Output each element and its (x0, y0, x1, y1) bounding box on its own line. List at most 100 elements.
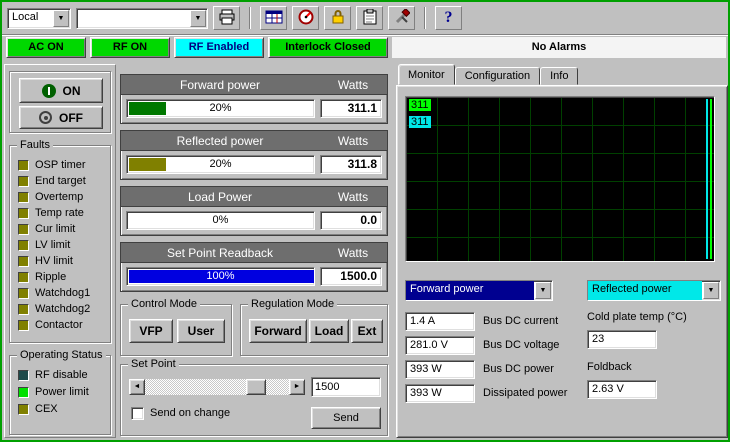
preset-combo[interactable]: ▼ (76, 8, 208, 29)
slider-thumb[interactable] (246, 379, 266, 395)
forward-regulation-button[interactable]: Forward (249, 319, 307, 343)
gauge-value: 0.0 (320, 211, 382, 230)
meter-button[interactable] (292, 6, 319, 30)
load-regulation-button[interactable]: Load (309, 319, 349, 343)
rf-on-indicator[interactable]: RF ON (90, 37, 170, 58)
interlock-indicator[interactable]: Interlock Closed (268, 37, 388, 58)
app-window: Local ▼ ▼ (0, 0, 730, 442)
notes-icon (363, 9, 377, 28)
monitor-tab-page: 311 311 Forward power ▼ Reflected power … (396, 85, 728, 438)
fault-led (18, 208, 29, 219)
fault-led (18, 176, 29, 187)
foldback-label: Foldback (587, 358, 632, 377)
set-point-title: Set Point (128, 358, 179, 370)
fault-row: Cur limit (18, 222, 75, 236)
tab-info[interactable]: Info (540, 67, 578, 85)
slider-right-arrow[interactable]: ► (289, 379, 305, 395)
ac-on-indicator[interactable]: AC ON (6, 37, 86, 58)
local-combo[interactable]: Local ▼ (7, 8, 71, 29)
tab-configuration-label: Configuration (465, 70, 530, 82)
gauge-header: Forward power Watts (121, 75, 387, 95)
on-button[interactable]: ON (19, 78, 103, 103)
toolbar: Local ▼ ▼ (2, 2, 728, 35)
load-power-gauge: Load Power Watts 0% 0.0 (120, 186, 388, 236)
set-point-input[interactable] (311, 377, 381, 397)
help-button[interactable]: ? (435, 6, 462, 30)
fault-row: Overtemp (18, 190, 83, 204)
fault-label: Overtemp (35, 191, 83, 203)
fault-label: Watchdog2 (35, 303, 90, 315)
status-row: CEX (18, 402, 58, 416)
chevron-down-icon[interactable]: ▼ (190, 10, 206, 27)
gauge-percent-label: 0% (127, 212, 314, 229)
send-on-change-checkbox[interactable] (131, 407, 144, 420)
trace-value-label: 311 (409, 116, 431, 128)
fault-led (18, 272, 29, 283)
ext-regulation-button[interactable]: Ext (351, 319, 383, 343)
gauge-body: 20% 311.8 (121, 151, 387, 178)
setpoint-readback-gauge: Set Point Readback Watts 100% 1500.0 (120, 242, 388, 292)
strip-chart: 311 311 (405, 96, 715, 262)
ext-button-label: Ext (358, 324, 377, 338)
set-point-slider[interactable]: ◄ ► (129, 379, 305, 395)
user-mode-button[interactable]: User (177, 319, 225, 343)
datalog-table-icon (265, 9, 283, 28)
tab-monitor[interactable]: Monitor (398, 64, 455, 85)
power-group: ON OFF (9, 71, 111, 133)
trace2-select-value: Reflected power (588, 281, 702, 300)
send-button[interactable]: Send (311, 407, 381, 429)
help-icon: ? (445, 9, 453, 27)
off-button[interactable]: OFF (19, 106, 103, 129)
fault-row: Watchdog1 (18, 286, 90, 300)
user-button-label: User (188, 324, 215, 338)
fault-row: Contactor (18, 318, 83, 332)
settings-button[interactable] (388, 6, 415, 30)
print-button[interactable] (213, 6, 240, 30)
regulation-mode-title: Regulation Mode (248, 298, 337, 310)
fault-row: Ripple (18, 270, 66, 284)
gauge-header: Reflected power Watts (121, 131, 387, 151)
faults-group: Faults OSP timer End target Overtemp Tem… (9, 145, 111, 343)
bus-dc-current-label: Bus DC current (483, 312, 558, 331)
log-button[interactable] (356, 6, 383, 30)
trace1-select[interactable]: Forward power ▼ (405, 280, 553, 301)
gauge-title: Set Point Readback (121, 246, 319, 260)
fault-row: Watchdog2 (18, 302, 90, 316)
chevron-down-icon[interactable]: ▼ (703, 282, 719, 299)
datalog-button[interactable] (260, 6, 287, 30)
regulation-mode-group: Regulation Mode Forward Load Ext (240, 304, 388, 356)
gauge-bar: 0% (126, 211, 315, 230)
toolbar-separator (249, 7, 251, 29)
fault-row: End target (18, 174, 86, 188)
status-led (18, 404, 29, 415)
ac-on-label: AC ON (28, 41, 63, 53)
gauge-percent-label: 20% (127, 100, 314, 117)
gauge-body: 100% 1500.0 (121, 263, 387, 290)
status-row: Power limit (18, 385, 89, 399)
tab-configuration[interactable]: Configuration (455, 67, 540, 85)
toolbar-separator (424, 7, 426, 29)
set-point-group: Set Point ◄ ► Send on change Send (120, 364, 388, 436)
gauge-body: 0% 0.0 (121, 207, 387, 234)
gauge-header: Load Power Watts (121, 187, 387, 207)
bus-dc-power-field: 393 W (405, 360, 475, 379)
fault-label: OSP timer (35, 159, 86, 171)
chevron-down-icon[interactable]: ▼ (53, 10, 69, 27)
security-button[interactable] (324, 6, 351, 30)
rf-enabled-label: RF Enabled (189, 41, 250, 53)
chevron-down-icon[interactable]: ▼ (535, 282, 551, 299)
fault-led (18, 240, 29, 251)
rf-enabled-indicator[interactable]: RF Enabled (174, 37, 264, 58)
local-combo-value: Local (8, 9, 52, 28)
control-mode-group: Control Mode VFP User (120, 304, 232, 356)
slider-left-arrow[interactable]: ◄ (129, 379, 145, 395)
gauge-header: Set Point Readback Watts (121, 243, 387, 263)
vfp-mode-button[interactable]: VFP (129, 319, 173, 343)
gauge-bar: 20% (126, 99, 315, 118)
trace2-select[interactable]: Reflected power ▼ (587, 280, 721, 301)
slider-track[interactable] (145, 379, 289, 395)
faults-group-title: Faults (17, 139, 53, 151)
center-panel: Forward power Watts 20% 311.1 Reflected … (120, 64, 392, 438)
interlock-label: Interlock Closed (285, 41, 371, 53)
gauge-unit: Watts (319, 78, 387, 92)
